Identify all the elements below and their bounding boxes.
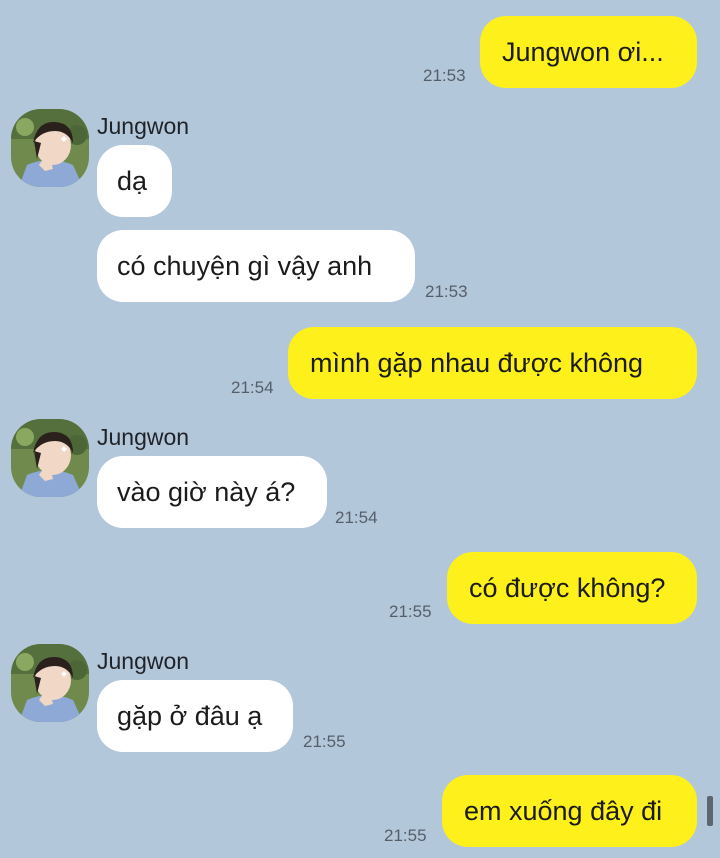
message-timestamp: 21:54 [231,378,274,397]
outgoing-message-bubble[interactable]: có được không? [447,552,697,624]
contact-avatar[interactable] [11,109,89,187]
message-timestamp: 21:53 [425,282,468,301]
avatar-photo-icon [11,109,89,187]
sender-name: Jungwon [97,648,190,674]
outgoing-message-bubble[interactable]: Jungwon ơi... [480,16,697,88]
outgoing-message-bubble[interactable]: em xuống đây đi [442,775,697,847]
contact-avatar[interactable] [11,644,89,722]
incoming-message-bubble[interactable]: dạ [97,145,172,217]
message-timestamp: 21:54 [335,508,378,527]
incoming-message-bubble[interactable]: vào giờ này á? [97,456,327,528]
outgoing-message-bubble[interactable]: mình gặp nhau được không [288,327,697,399]
contact-avatar[interactable] [11,419,89,497]
message-timestamp: 21:55 [384,826,427,845]
avatar-photo-icon [11,419,89,497]
avatar-photo-icon [11,644,89,722]
incoming-message-bubble[interactable]: có chuyện gì vậy anh [97,230,415,302]
sender-name: Jungwon [97,113,190,139]
sender-name: Jungwon [97,424,190,450]
message-timestamp: 21:55 [389,602,432,621]
incoming-message-bubble[interactable]: gặp ở đâu ạ [97,680,293,752]
scrollbar[interactable] [707,796,713,826]
message-timestamp: 21:55 [303,732,346,751]
message-timestamp: 21:53 [423,66,466,85]
